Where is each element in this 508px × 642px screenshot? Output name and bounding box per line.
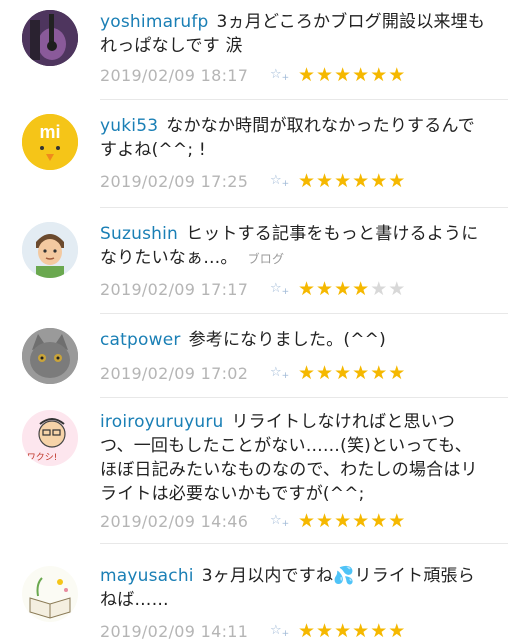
star-filled-icon: ★ — [334, 64, 352, 86]
add-star-icon[interactable]: ☆+ — [270, 513, 298, 529]
star-rating: ★ ★ ★ ★ ★ ★ — [298, 620, 406, 642]
drawing-avatar-icon: ワクシ! — [22, 410, 78, 466]
add-star-icon[interactable]: ☆+ — [270, 67, 298, 83]
star-filled-icon: ★ — [316, 620, 334, 642]
comment-timestamp: 2019/02/09 18:17 — [100, 65, 249, 85]
star-empty-icon: ★ — [370, 278, 388, 300]
star-filled-icon: ★ — [334, 620, 352, 642]
star-filled-icon: ★ — [316, 362, 334, 384]
username-link[interactable]: Suzushin — [100, 224, 178, 244]
add-star-icon[interactable]: ☆+ — [270, 281, 298, 297]
mi-chick-avatar-icon: mi — [22, 114, 78, 170]
cat-avatar-icon — [22, 328, 78, 384]
star-filled-icon: ★ — [298, 64, 316, 86]
comment-item: ワクシ! iroiroyuruyuru リライトしなければと思いつつ、一回もしたこ… — [0, 398, 508, 544]
star-filled-icon: ★ — [316, 510, 334, 532]
user-avatar[interactable] — [22, 222, 78, 278]
star-filled-icon: ★ — [352, 620, 370, 642]
star-filled-icon: ★ — [370, 170, 388, 192]
user-avatar[interactable] — [22, 10, 78, 66]
star-filled-icon: ★ — [352, 170, 370, 192]
user-avatar[interactable] — [22, 328, 78, 384]
comment-tag[interactable]: ブログ — [248, 252, 285, 266]
comment-item: catpower 参考になりました。(^^) 2019/02/09 17:02 ☆… — [0, 314, 508, 398]
comment-item: Suzushin ヒットする記事をもっと書けるようになりたいなぁ…。 ブログ 201… — [0, 208, 508, 314]
user-avatar[interactable]: ワクシ! — [22, 410, 78, 466]
star-filled-icon: ★ — [388, 64, 406, 86]
star-filled-icon: ★ — [298, 278, 316, 300]
star-rating: ★ ★ ★ ★ ★ ★ — [298, 278, 406, 300]
star-filled-icon: ★ — [316, 64, 334, 86]
comment-item: mi yuki53 なかなか時間が取れなかったりするんですよね(^^; ! 201… — [0, 100, 508, 208]
star-filled-icon: ★ — [298, 510, 316, 532]
book-avatar-icon — [22, 566, 78, 622]
comment-item: yoshimarufp 3ヵ月どころかブログ開設以来埋もれっぱなしです 涙 201… — [0, 0, 508, 100]
username-link[interactable]: yuki53 — [100, 116, 158, 136]
comment-list: yoshimarufp 3ヵ月どころかブログ開設以来埋もれっぱなしです 涙 201… — [0, 0, 508, 642]
star-filled-icon: ★ — [352, 278, 370, 300]
star-filled-icon: ★ — [370, 620, 388, 642]
star-rating: ★ ★ ★ ★ ★ ★ — [298, 170, 406, 192]
comment-timestamp: 2019/02/09 14:46 — [100, 511, 249, 531]
star-filled-icon: ★ — [388, 170, 406, 192]
comment-text: 参考になりました。(^^) — [188, 330, 386, 350]
star-filled-icon: ★ — [352, 64, 370, 86]
star-filled-icon: ★ — [388, 620, 406, 642]
username-link[interactable]: mayusachi — [100, 566, 194, 586]
star-empty-icon: ★ — [388, 278, 406, 300]
star-filled-icon: ★ — [298, 362, 316, 384]
user-avatar[interactable] — [22, 566, 78, 622]
username-link[interactable]: catpower — [100, 330, 181, 350]
star-filled-icon: ★ — [334, 278, 352, 300]
star-filled-icon: ★ — [298, 170, 316, 192]
star-filled-icon: ★ — [298, 620, 316, 642]
star-rating: ★ ★ ★ ★ ★ ★ — [298, 64, 406, 86]
star-rating: ★ ★ ★ ★ ★ ★ — [298, 510, 406, 532]
star-filled-icon: ★ — [334, 170, 352, 192]
add-star-icon[interactable]: ☆+ — [270, 365, 298, 381]
star-filled-icon: ★ — [388, 510, 406, 532]
star-filled-icon: ★ — [370, 362, 388, 384]
star-filled-icon: ★ — [370, 510, 388, 532]
username-link[interactable]: iroiroyuruyuru — [100, 412, 223, 432]
comment-timestamp: 2019/02/09 17:02 — [100, 363, 249, 383]
star-filled-icon: ★ — [352, 510, 370, 532]
add-star-icon[interactable]: ☆+ — [270, 173, 298, 189]
star-filled-icon: ★ — [388, 362, 406, 384]
star-filled-icon: ★ — [370, 64, 388, 86]
star-filled-icon: ★ — [316, 278, 334, 300]
star-filled-icon: ★ — [316, 170, 334, 192]
svg-text:mi: mi — [39, 122, 60, 142]
add-star-icon[interactable]: ☆+ — [270, 623, 298, 639]
username-link[interactable]: yoshimarufp — [100, 12, 209, 32]
comment-timestamp: 2019/02/09 17:25 — [100, 171, 249, 191]
guitar-avatar-icon — [22, 10, 78, 66]
man-avatar-icon — [22, 222, 78, 278]
user-avatar[interactable]: mi — [22, 114, 78, 170]
star-filled-icon: ★ — [334, 362, 352, 384]
comment-timestamp: 2019/02/09 14:11 — [100, 621, 249, 641]
avatar-lettering: ワクシ! — [27, 452, 58, 463]
star-rating: ★ ★ ★ ★ ★ ★ — [298, 362, 406, 384]
star-filled-icon: ★ — [334, 510, 352, 532]
comment-item: mayusachi 3ヶ月以内ですね💦リライト頑張らねば…… 2019/02/09… — [0, 544, 508, 642]
star-filled-icon: ★ — [352, 362, 370, 384]
comment-timestamp: 2019/02/09 17:17 — [100, 279, 249, 299]
